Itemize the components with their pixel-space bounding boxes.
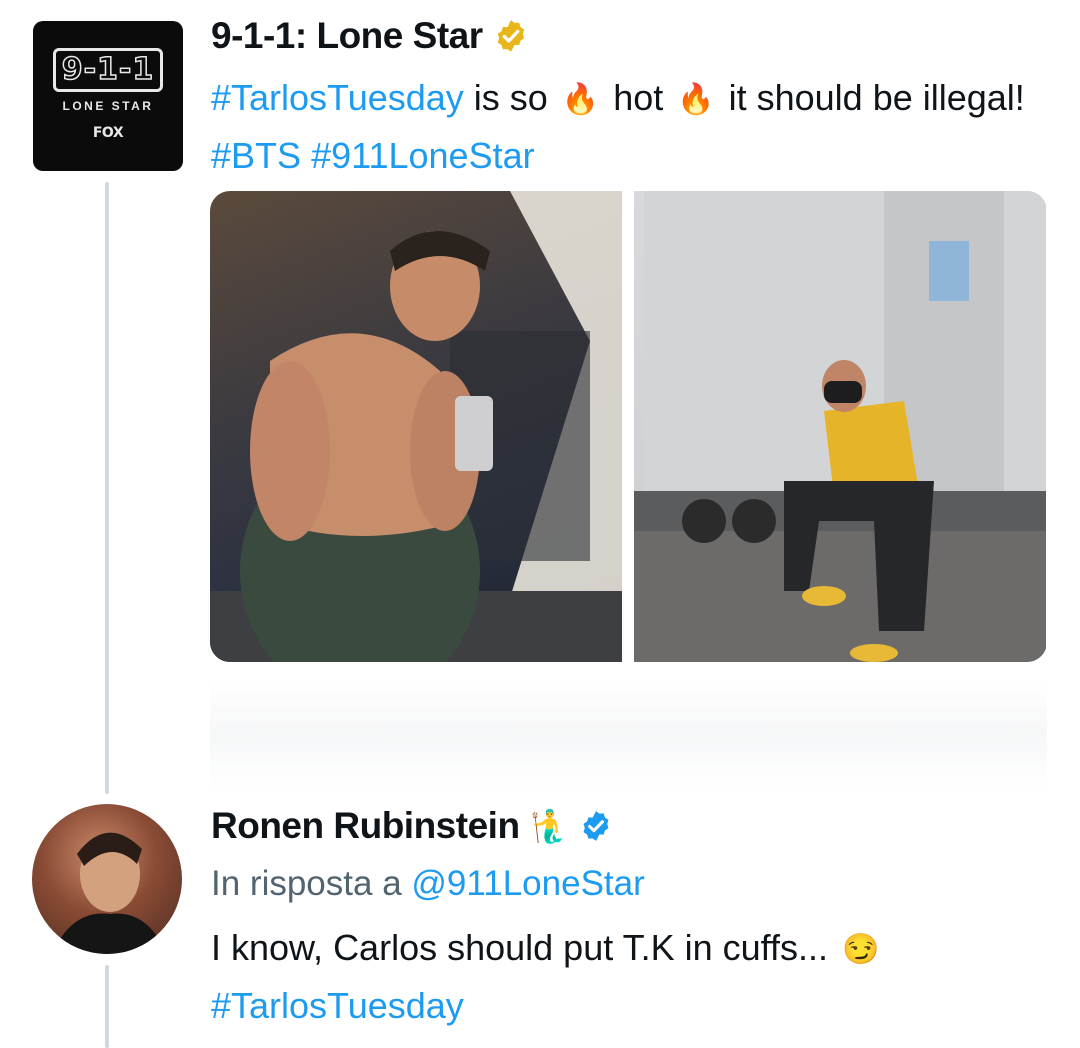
reply-to-label: In risposta a: [211, 864, 412, 903]
reply-to-line: In risposta a @911LoneStar: [211, 864, 645, 904]
text-segment: hot: [603, 77, 674, 118]
reply-text: I know, Carlos should put T.K in cuffs..…: [211, 920, 1051, 1034]
avatar-illustration: [52, 832, 167, 954]
fire-emoji-icon: 🔥: [677, 83, 715, 117]
fire-emoji-icon: 🔥: [561, 83, 600, 117]
hashtag-bts[interactable]: #BTS: [211, 135, 301, 176]
tweet-header: 9-1-1: Lone Star: [211, 15, 529, 57]
thread-line-top: [105, 182, 109, 794]
reply-author-name[interactable]: Ronen Rubinstein: [211, 805, 520, 847]
text-segment: is so: [463, 77, 558, 118]
reply-author-avatar[interactable]: [32, 804, 182, 954]
merman-emoji-icon: 🧜‍♂️: [529, 808, 570, 844]
verified-blue-icon: [583, 811, 609, 841]
hashtag-tarlostuesday[interactable]: #TarlosTuesday: [211, 77, 464, 118]
author-name[interactable]: 9-1-1: Lone Star: [211, 15, 483, 57]
media-photo-trailer[interactable]: [634, 191, 1046, 662]
reply-to-handle[interactable]: @911LoneStar: [411, 864, 644, 903]
photo-illustration: [210, 191, 622, 662]
verified-gold-icon: [497, 20, 524, 52]
avatar-logo-network: FOX: [92, 124, 124, 141]
tweet-text: #TarlosTuesday is so 🔥 hot 🔥 it should b…: [211, 70, 1051, 184]
avatar-logo-sub: LONE STAR: [62, 98, 154, 113]
author-avatar[interactable]: 9-1-1 LONE STAR FOX: [33, 21, 183, 171]
hashtag-911lonestar[interactable]: #911LoneStar: [311, 135, 535, 176]
hashtag-tarlostuesday-reply[interactable]: #TarlosTuesday: [211, 985, 464, 1026]
tweet-media: [210, 191, 1047, 662]
reply-text-body: I know, Carlos should put T.K in cuffs..…: [211, 927, 838, 968]
thread-line-bottom: [105, 965, 109, 1048]
smirk-emoji-icon: 😏: [842, 933, 880, 967]
blurred-divider: [210, 680, 1047, 790]
photo-illustration: [634, 191, 1046, 662]
text-segment: it should be illegal!: [718, 77, 1025, 118]
media-photo-mirror-selfie[interactable]: [210, 191, 622, 662]
reply-header: Ronen Rubinstein 🧜‍♂️: [211, 805, 613, 847]
avatar-logo-main: 9-1-1: [52, 47, 164, 92]
